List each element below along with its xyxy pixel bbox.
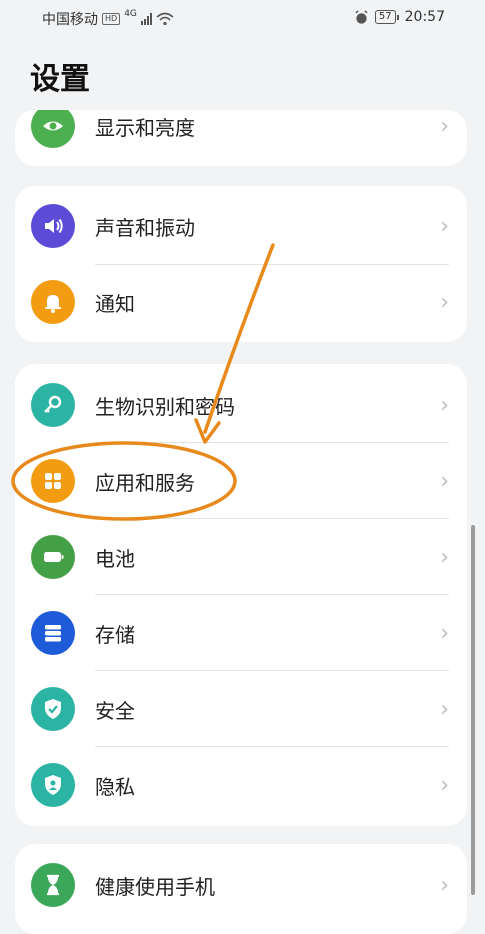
settings-group-display: 显示和亮度 › bbox=[15, 110, 467, 166]
chevron-right-icon: › bbox=[440, 620, 449, 646]
settings-item-battery[interactable]: 电池 › bbox=[15, 519, 467, 595]
battery-level: 57 bbox=[374, 10, 396, 24]
settings-item-label: 隐私 bbox=[95, 774, 135, 799]
apps-icon bbox=[31, 459, 75, 503]
chevron-right-icon: › bbox=[440, 213, 449, 239]
scrollbar[interactable] bbox=[471, 525, 475, 895]
settings-item-label: 应用和服务 bbox=[95, 470, 195, 495]
hd-badge: HD bbox=[102, 13, 121, 25]
settings-item-security[interactable]: 安全 › bbox=[15, 671, 467, 747]
chevron-right-icon: › bbox=[440, 696, 449, 722]
page-title: 设置 bbox=[30, 62, 90, 97]
settings-item-notification[interactable]: 通知 › bbox=[15, 264, 467, 340]
chevron-right-icon: › bbox=[440, 468, 449, 494]
settings-item-digital-balance[interactable]: 健康使用手机 › bbox=[15, 847, 467, 923]
alarm-icon bbox=[355, 9, 368, 24]
settings-group-sound: 声音和振动 › 通知 › bbox=[15, 186, 467, 342]
chevron-right-icon: › bbox=[440, 113, 449, 139]
settings-item-label: 存储 bbox=[95, 622, 135, 647]
status-bar: 中国移动 HD 4G 57 20:57 bbox=[0, 0, 485, 36]
settings-item-storage[interactable]: 存储 › bbox=[15, 595, 467, 671]
carrier-label: 中国移动 bbox=[42, 12, 98, 28]
chevron-right-icon: › bbox=[440, 772, 449, 798]
storage-icon bbox=[31, 611, 75, 655]
settings-item-label: 健康使用手机 bbox=[95, 874, 215, 899]
key-icon bbox=[31, 383, 75, 427]
settings-item-label: 安全 bbox=[95, 698, 135, 723]
bell-icon bbox=[31, 280, 75, 324]
settings-item-label: 显示和亮度 bbox=[95, 115, 195, 140]
network-type: 4G bbox=[124, 9, 137, 19]
speaker-icon bbox=[31, 204, 75, 248]
wifi-icon bbox=[156, 12, 174, 26]
signal-icon bbox=[140, 13, 152, 25]
eye-icon bbox=[31, 110, 75, 148]
settings-item-display[interactable]: 显示和亮度 › bbox=[15, 110, 467, 164]
settings-item-label: 电池 bbox=[95, 546, 135, 571]
settings-item-label: 通知 bbox=[95, 291, 135, 316]
chevron-right-icon: › bbox=[440, 544, 449, 570]
settings-item-label: 声音和振动 bbox=[95, 215, 195, 240]
hourglass-icon bbox=[31, 863, 75, 907]
chevron-right-icon: › bbox=[440, 392, 449, 418]
shield-check-icon bbox=[31, 687, 75, 731]
settings-item-biometrics[interactable]: 生物识别和密码 › bbox=[15, 367, 467, 443]
settings-item-apps[interactable]: 应用和服务 › bbox=[15, 443, 467, 519]
battery-icon bbox=[31, 535, 75, 579]
settings-item-sound[interactable]: 声音和振动 › bbox=[15, 188, 467, 264]
privacy-shield-icon bbox=[31, 763, 75, 807]
settings-group-apps: 生物识别和密码 › 应用和服务 › 电池 › 存储 › 安全 › 隐私 › bbox=[15, 364, 467, 826]
battery-indicator: 57 bbox=[374, 10, 399, 24]
settings-item-privacy[interactable]: 隐私 › bbox=[15, 747, 467, 823]
clock: 20:57 bbox=[404, 9, 445, 25]
chevron-right-icon: › bbox=[440, 872, 449, 898]
chevron-right-icon: › bbox=[440, 289, 449, 315]
settings-item-label: 生物识别和密码 bbox=[95, 394, 235, 419]
